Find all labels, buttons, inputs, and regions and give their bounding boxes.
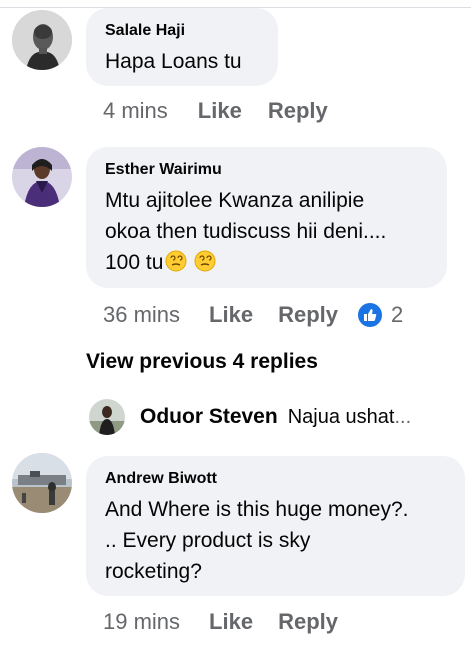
comment-author[interactable]: Esther Wairimu — [105, 159, 428, 181]
comment-text: Hapa Loans tu — [105, 50, 242, 73]
comment-actions: 19 mins Like Reply — [103, 607, 338, 637]
comment-text: And Where is this huge money?. .. Every … — [105, 494, 446, 587]
reaction-summary[interactable]: 2 — [358, 302, 403, 328]
comment-text-line: Mtu ajitolee Kwanza anilipie — [105, 189, 365, 212]
comment-author[interactable]: Salale Haji — [105, 20, 259, 42]
reaction-count: 2 — [391, 302, 404, 327]
comment-bubble: Salale Haji Hapa Loans tu — [86, 8, 278, 86]
like-button[interactable]: Like — [198, 98, 242, 124]
thumbs-up-icon — [358, 303, 382, 327]
comment-timestamp[interactable]: 4 mins — [103, 98, 168, 124]
face-with-spiral-eyes-emoji — [165, 250, 187, 272]
avatar[interactable] — [12, 147, 72, 207]
comment-actions: 4 mins Like Reply — [103, 96, 328, 126]
comment-text: Mtu ajitolee Kwanza anilipie okoa then t… — [105, 185, 428, 278]
top-divider — [0, 0, 471, 8]
reply-button[interactable]: Reply — [278, 302, 338, 328]
reply-button[interactable]: Reply — [278, 609, 338, 635]
comment-text-line: .. Every product is sky — [105, 529, 311, 552]
like-button[interactable]: Like — [209, 609, 253, 635]
comment-actions: 36 mins Like Reply 2 — [103, 300, 403, 330]
reply-preview-author: Oduor Steven — [140, 405, 278, 428]
avatar[interactable] — [12, 453, 72, 513]
comment-text-segment: 100 tu — [105, 251, 164, 274]
reply-button[interactable]: Reply — [268, 98, 328, 124]
comment-bubble: Esther Wairimu Mtu ajitolee Kwanza anili… — [86, 147, 447, 288]
like-button[interactable]: Like — [209, 302, 253, 328]
comment-bubble: Andrew Biwott And Where is this huge mon… — [86, 456, 465, 596]
comment-text-line: And Where is this huge money?. — [105, 498, 409, 521]
comments-thread: Salale Haji Hapa Loans tu 4 mins Like Re… — [0, 0, 471, 656]
reply-preview-text: Najua ushat — [287, 405, 395, 428]
view-previous-replies-link[interactable]: View previous 4 replies — [86, 350, 318, 374]
reply-preview[interactable]: Oduor Steven Najua ushat... — [89, 399, 411, 435]
avatar[interactable] — [12, 10, 72, 70]
comment-text-line: 100 tu — [105, 247, 428, 278]
comment-text-line: okoa then tudiscuss hii deni.... — [105, 220, 387, 243]
reply-preview-ellipsis: ... — [394, 405, 412, 428]
comment-timestamp[interactable]: 19 mins — [103, 609, 180, 635]
comment-author[interactable]: Andrew Biwott — [105, 468, 446, 490]
face-with-spiral-eyes-emoji — [194, 250, 216, 272]
avatar — [89, 399, 125, 435]
comment-timestamp[interactable]: 36 mins — [103, 302, 180, 328]
comment-text-line: rocketing? — [105, 560, 202, 583]
